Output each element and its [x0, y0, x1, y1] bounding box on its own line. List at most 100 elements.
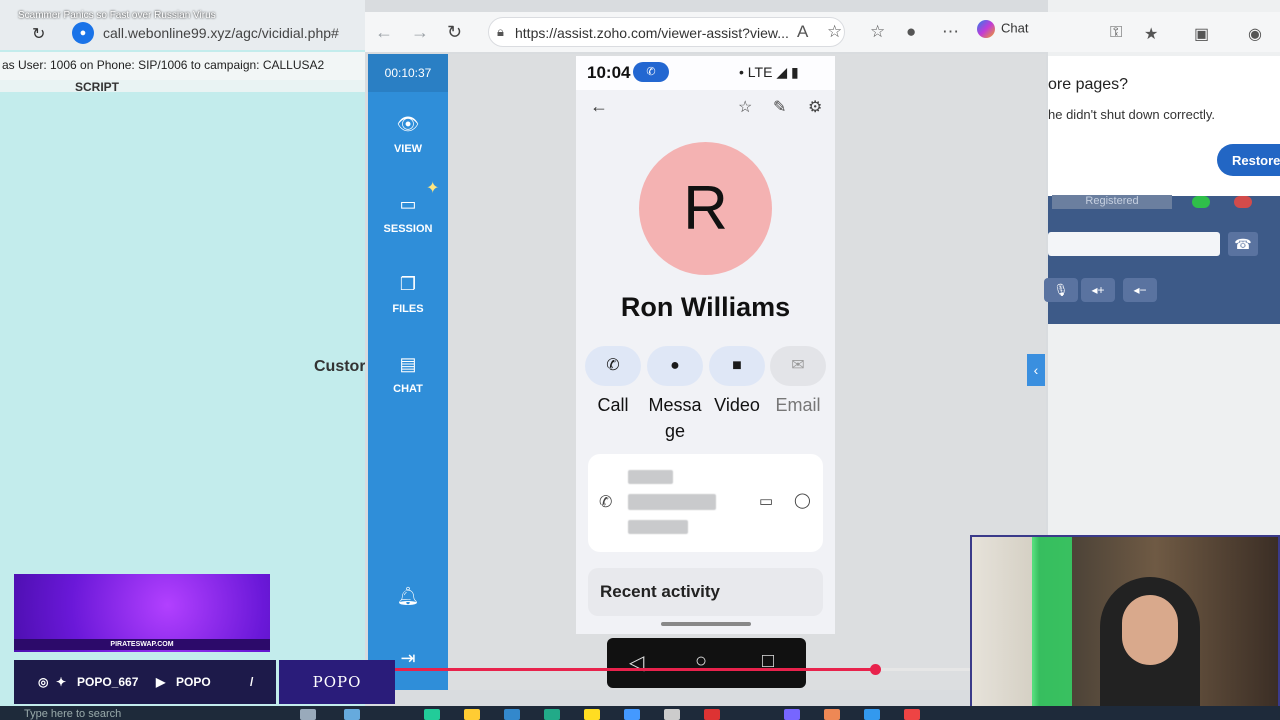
promo-banner: PIRATESWAP.COM: [14, 574, 270, 652]
sidebar-label: FILES: [392, 303, 424, 315]
dial-number-input[interactable]: [1048, 232, 1220, 256]
back-arrow-icon[interactable]: ←: [375, 22, 393, 43]
copilot-logo-icon: [977, 20, 995, 38]
social-handle-1: POPO_667: [77, 675, 139, 689]
teams-icon[interactable]: [784, 709, 800, 720]
profile-icon[interactable]: ●: [906, 22, 916, 42]
video-action[interactable]: ■ Video: [709, 346, 765, 418]
sidebar-label: CHAT: [393, 383, 423, 395]
agent-info: as User: 1006 on Phone: SIP/1006 to camp…: [0, 52, 365, 80]
chat-label: Chat: [1001, 20, 1029, 36]
edit-pencil-icon[interactable]: ✎: [773, 97, 786, 117]
files-icon: ❐: [399, 274, 417, 294]
redacted-text: [628, 470, 673, 484]
app-icon[interactable]: [544, 709, 560, 720]
explorer-icon[interactable]: [464, 709, 480, 720]
app-icon[interactable]: [504, 709, 520, 720]
eye-icon: 👁︎: [396, 114, 420, 134]
copilot-chat-button[interactable]: Chat: [977, 20, 1028, 38]
star-icon[interactable]: ☆: [738, 97, 752, 117]
read-aloud-icon[interactable]: A: [797, 22, 808, 42]
back-arrow-icon[interactable]: ←: [590, 96, 608, 117]
address-bar[interactable]: 🔒︎ https://assist.zoho.com/viewer-assist…: [488, 17, 845, 47]
home-indicator: [661, 622, 751, 626]
streamer-face: [1122, 595, 1178, 665]
star-icon[interactable]: ★: [1144, 24, 1158, 44]
volume-up-icon[interactable]: ◂+: [1081, 278, 1115, 302]
status-red-icon: [1234, 196, 1252, 208]
left-url[interactable]: call.webonline99.xyz/agc/vicidial.php#: [103, 25, 339, 41]
mic-icon[interactable]: 🎙︎: [1044, 278, 1078, 302]
reload-icon[interactable]: ↻: [32, 24, 45, 44]
session-timer: 00:10:37: [368, 54, 448, 92]
contact-name: Ron Williams: [620, 292, 791, 322]
dial-phone-icon[interactable]: ☎: [1228, 232, 1258, 256]
app-icon[interactable]: [344, 709, 360, 720]
profile-icon[interactable]: ◉: [1248, 24, 1262, 44]
app-icon[interactable]: [624, 709, 640, 720]
sidebar-item-files[interactable]: ❐ FILES: [368, 274, 448, 315]
script-tab-bar: SCRIPT: [0, 80, 365, 92]
recent-activity-heading: Recent activity: [600, 582, 720, 601]
phone-icon[interactable]: ✆: [599, 492, 612, 512]
chrome-icon[interactable]: [904, 709, 920, 720]
email-action: ✉ Email: [770, 346, 826, 418]
taskbar-search[interactable]: Type here to search: [24, 708, 121, 720]
phone-status-bar: 10:04 ✆ • LTE ◢ ▮: [576, 56, 835, 90]
recent-activity-section[interactable]: Recent activity: [588, 568, 823, 616]
phone-number-card[interactable]: ✆ ▭ ◯: [588, 454, 823, 552]
app-icon[interactable]: [824, 709, 840, 720]
action-label: Message: [648, 395, 702, 441]
social-handle-2: POPO: [176, 675, 211, 689]
volume-down-icon[interactable]: ◂−: [1123, 278, 1157, 302]
favorites-icon[interactable]: ☆: [870, 22, 885, 42]
nav-back-icon[interactable]: ◁: [629, 650, 644, 675]
forward-arrow-icon[interactable]: →: [411, 22, 429, 43]
more-menu-icon[interactable]: ⋯: [942, 22, 959, 42]
app-icon[interactable]: [864, 709, 880, 720]
video-title: Scammer Panics so Fast over Russian Viru…: [18, 10, 216, 21]
settings-icon[interactable]: [664, 709, 680, 720]
brand-box: POPO: [279, 660, 395, 704]
app-icon[interactable]: [704, 709, 720, 720]
taskview-icon[interactable]: [300, 709, 316, 720]
sidebar-label: VIEW: [393, 143, 423, 155]
restore-button[interactable]: Restore: [1217, 144, 1280, 176]
phone-icon: ✆: [585, 346, 641, 386]
youtube-icon: ▶: [156, 675, 166, 689]
key-icon[interactable]: ⚿: [1110, 24, 1122, 42]
android-nav-bar: ◁ ○ □: [607, 638, 806, 688]
sidebar-icon[interactable]: ▣: [1194, 24, 1209, 44]
viewer-url: https://assist.zoho.com/viewer-assist?vi…: [515, 25, 789, 41]
edge-icon[interactable]: [424, 709, 440, 720]
settings-icon[interactable]: ⚙: [808, 97, 822, 117]
reload-icon[interactable]: ↻: [447, 22, 462, 43]
call-action[interactable]: ✆ Call: [585, 346, 641, 418]
sidebar-item-view[interactable]: 👁︎ VIEW: [368, 114, 448, 155]
phone-screen[interactable]: 10:04 ✆ • LTE ◢ ▮ ← ☆ ✎ ⚙ R Ron Williams…: [576, 56, 835, 634]
microphone-icon[interactable]: ●: [72, 22, 94, 44]
active-call-icon[interactable]: ✆: [633, 62, 669, 82]
softphone-panel: [1048, 196, 1280, 324]
redacted-text: [628, 520, 688, 534]
bell-icon[interactable]: 🔔︎: [368, 586, 448, 607]
script-tab[interactable]: SCRIPT: [75, 80, 119, 92]
favorite-star-icon[interactable]: ☆: [827, 22, 842, 42]
right-toolbar: ⚿ ★ ▣ ◉: [1048, 12, 1280, 52]
twitter-icon: ✦: [56, 675, 67, 689]
sidebar-item-session[interactable]: ▭ SESSION: [368, 194, 448, 235]
video-progress-fill: [395, 668, 876, 671]
restore-heading: ore pages?: [1048, 76, 1129, 93]
restore-text: he didn't shut down correctly.: [1048, 107, 1215, 122]
message-icon[interactable]: ◯: [794, 491, 811, 509]
promo-site: PIRATESWAP.COM: [14, 639, 270, 650]
browser-toolbar: ← → ↻ 🔒︎ https://assist.zoho.com/viewer-…: [365, 12, 1048, 52]
video-icon[interactable]: ▭: [759, 492, 773, 510]
customer-label: Custor: [314, 358, 366, 375]
sidebar-item-chat[interactable]: ▤ CHAT: [368, 354, 448, 395]
social-bar: ◎ ✦ POPO_667 ▶ POPO /: [14, 660, 276, 704]
collapse-panel-chevron-icon[interactable]: ‹: [1027, 354, 1045, 386]
app-icon[interactable]: [584, 709, 600, 720]
message-action[interactable]: ● Message: [647, 346, 703, 444]
registered-status: Registered: [1052, 195, 1172, 209]
